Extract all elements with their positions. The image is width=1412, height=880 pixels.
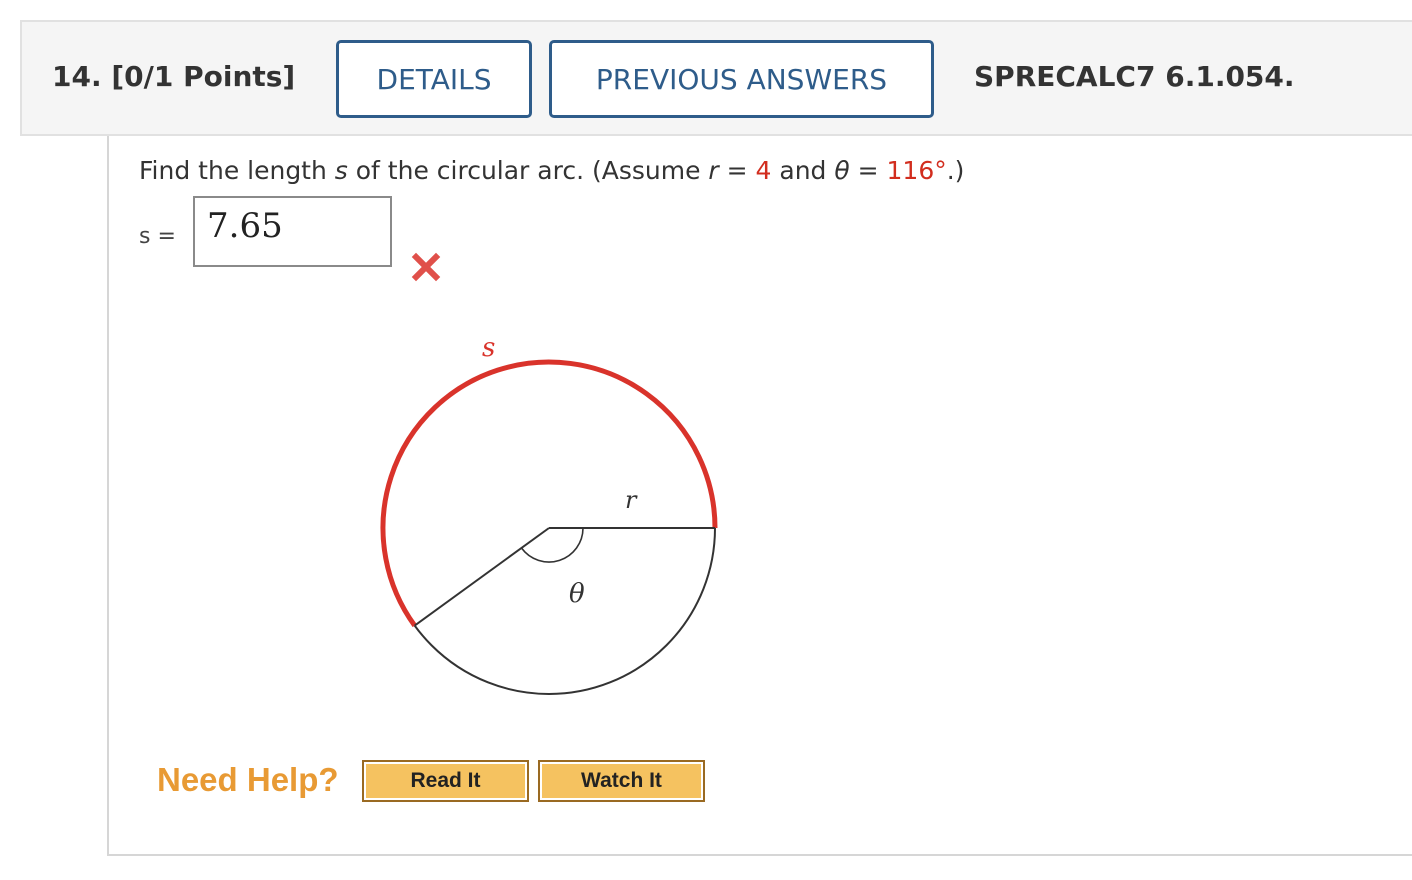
question-suffix: .)	[946, 156, 965, 185]
question-header: 14. [0/1 Points] DETAILS PREVIOUS ANSWER…	[20, 20, 1412, 136]
watch-it-button[interactable]: Watch It	[538, 760, 705, 802]
question-text: Find the length s of the circular arc. (…	[139, 156, 964, 185]
variable-theta: θ	[834, 156, 850, 185]
question-and: and	[771, 156, 835, 185]
question-prefix: Find the length	[139, 156, 335, 185]
radius-label-r: r	[625, 486, 638, 514]
r-value: 4	[755, 156, 772, 185]
answer-input[interactable]: 7.65	[193, 196, 392, 267]
question-page: 14. [0/1 Points] DETAILS PREVIOUS ANSWER…	[0, 0, 1412, 880]
previous-answers-button[interactable]: PREVIOUS ANSWERS	[549, 40, 934, 118]
arc-label-s: s	[482, 333, 495, 363]
variable-s: s	[334, 156, 348, 185]
arc-s	[380, 359, 718, 628]
equals-sign: =	[718, 156, 756, 185]
wrong-x-icon	[411, 252, 441, 282]
question-body: Find the length s of the circular arc. (…	[107, 136, 1412, 856]
radius-line-angled	[414, 527, 550, 627]
read-it-button[interactable]: Read It	[362, 760, 529, 802]
theta-value: 116°	[886, 156, 947, 185]
reference-code: SPRECALC7 6.1.054.	[974, 60, 1295, 93]
equals-sign: =	[849, 156, 887, 185]
angle-marker	[520, 527, 584, 563]
answer-label: s =	[139, 224, 176, 249]
details-button[interactable]: DETAILS	[336, 40, 532, 118]
circle-arc-diagram: s r θ	[380, 333, 718, 695]
question-number-points: 14. [0/1 Points]	[52, 60, 296, 93]
question-mid: of the circular arc. (Assume	[347, 156, 709, 185]
angle-label-theta: θ	[569, 579, 585, 609]
variable-r: r	[708, 156, 719, 185]
need-help-label: Need Help?	[157, 761, 339, 798]
